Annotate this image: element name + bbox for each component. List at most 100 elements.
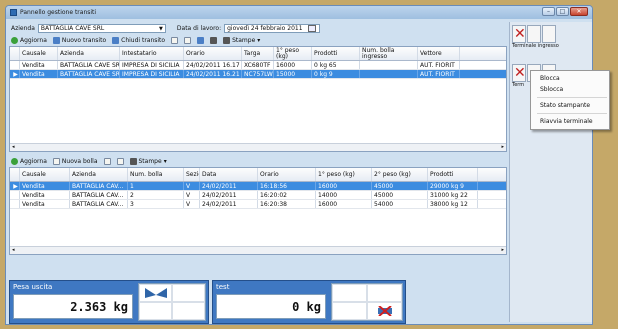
filter-row: Azienda BATTAGLIA CAVE SRL ▼ Data di lav… bbox=[9, 22, 507, 34]
scroll-right-icon[interactable]: ▸ bbox=[501, 144, 504, 150]
table-icon bbox=[184, 36, 192, 44]
maximize-button[interactable]: □ bbox=[556, 7, 569, 16]
control-cell bbox=[172, 302, 205, 320]
col-vettore[interactable]: Vettore bbox=[418, 47, 460, 60]
control-cell bbox=[172, 284, 205, 302]
stampe-bolle-button[interactable]: Stampe ▾ bbox=[129, 157, 167, 165]
col-azienda[interactable]: Azienda bbox=[58, 47, 120, 60]
col-primo-peso[interactable]: 1° peso (kg) bbox=[274, 47, 312, 60]
aggiorna-bolle-button[interactable]: Aggiorna bbox=[11, 157, 47, 165]
col-prodotti[interactable]: Prodotti bbox=[312, 47, 360, 60]
col-data[interactable]: Data bbox=[200, 168, 258, 181]
test-weight: 0 kg bbox=[216, 294, 326, 319]
printer-icon bbox=[129, 157, 137, 165]
aggiorna-button[interactable]: Aggiorna bbox=[11, 36, 47, 44]
card-icon bbox=[210, 36, 218, 44]
disconnected-icon[interactable] bbox=[367, 302, 402, 320]
terminals-panel: Terminale ingresso Term bbox=[509, 22, 592, 322]
minimize-button[interactable]: – bbox=[542, 7, 555, 16]
scroll-left-icon[interactable]: ◂ bbox=[12, 247, 15, 253]
menu-item-sblocca[interactable]: Sblocca bbox=[531, 84, 609, 95]
menu-item-blocca[interactable]: Blocca bbox=[531, 73, 609, 84]
table-row-selected[interactable]: ▶ Vendita BATTAGLIA CAVE SRL IMPRESA DI … bbox=[10, 70, 506, 79]
menu-separator bbox=[537, 113, 607, 114]
table-row[interactable]: Vendita BATTAGLIA CAV... 2 V 24/02/2011 … bbox=[10, 191, 506, 200]
refresh-icon bbox=[11, 36, 18, 44]
nuovo-transito-button[interactable]: Nuovo transito bbox=[52, 36, 106, 44]
left-area: Azienda BATTAGLIA CAVE SRL ▼ Data di lav… bbox=[9, 22, 507, 255]
table-row[interactable]: Vendita BATTAGLIA CAV... 3 V 24/02/2011 … bbox=[10, 200, 506, 209]
app-icon bbox=[10, 9, 17, 16]
azienda-label: Azienda bbox=[11, 24, 35, 32]
menu-item-riavvia-terminale[interactable]: Riavvia terminale bbox=[531, 116, 609, 127]
col-num-bolla[interactable]: Num. bolla ingresso bbox=[360, 47, 418, 60]
menu-item-stato-stampante[interactable]: Stato stampante bbox=[531, 100, 609, 111]
barrier-icon[interactable] bbox=[139, 284, 172, 302]
col-orario[interactable]: Orario bbox=[258, 168, 316, 181]
row-pointer-icon: ▶ bbox=[10, 182, 20, 190]
image-icon bbox=[197, 36, 205, 44]
data-lavoro-label: Data di lavoro: bbox=[176, 24, 222, 32]
azienda-select[interactable]: BATTAGLIA CAVE SRL ▼ bbox=[37, 23, 166, 33]
nuova-bolla-button[interactable]: Nuova bolla bbox=[52, 157, 98, 165]
col-orario[interactable]: Orario bbox=[184, 47, 242, 60]
scales-area: Pesa uscita 2.363 kg test 0 kg bbox=[9, 280, 406, 324]
tool-grid2-button[interactable] bbox=[116, 157, 124, 165]
pesa-uscita-controls bbox=[138, 283, 206, 321]
terminal-ingresso[interactable]: Terminale ingresso bbox=[512, 25, 592, 51]
col-causale[interactable]: Causale bbox=[20, 168, 70, 181]
col-sezione[interactable]: Sezio bbox=[184, 168, 200, 181]
horizontal-scrollbar[interactable]: ◂ ▸ bbox=[10, 246, 506, 254]
tool-doc-button[interactable] bbox=[171, 36, 179, 44]
control-cell bbox=[332, 302, 367, 320]
horizontal-scrollbar[interactable]: ◂ ▸ bbox=[10, 143, 506, 151]
col-prodotti[interactable]: Prodotti bbox=[428, 168, 478, 181]
control-cell bbox=[139, 302, 172, 320]
col-primo-peso[interactable]: 1° peso (kg) bbox=[316, 168, 372, 181]
row-pointer-icon: ▶ bbox=[10, 70, 20, 78]
terminal-blocked-icon bbox=[512, 25, 526, 43]
tool-card-button[interactable] bbox=[210, 36, 218, 44]
new-document-icon bbox=[52, 157, 60, 165]
calendar-icon[interactable] bbox=[307, 24, 316, 32]
close-button[interactable]: ✕ bbox=[570, 7, 588, 16]
main-window: Pannello gestione transiti – □ ✕ Azienda… bbox=[5, 5, 593, 325]
chiudi-transito-button[interactable]: Chiudi transito bbox=[112, 36, 165, 44]
tool-doc2-button[interactable] bbox=[103, 157, 111, 165]
toolbar-bolle: Aggiorna Nuova bolla Stampe ▾ bbox=[9, 155, 507, 167]
grid-header: Causale Azienda Intestatario Orario Targ… bbox=[10, 47, 506, 61]
scroll-right-icon[interactable]: ▸ bbox=[501, 247, 504, 253]
test-panel: test 0 kg bbox=[212, 280, 406, 324]
control-cell bbox=[332, 284, 367, 302]
title-bar: Pannello gestione transiti – □ ✕ bbox=[6, 6, 592, 19]
tool-grid-button[interactable] bbox=[184, 36, 192, 44]
test-controls bbox=[331, 283, 403, 321]
window-title: Pannello gestione transiti bbox=[20, 9, 97, 16]
pesa-uscita-weight: 2.363 kg bbox=[13, 294, 133, 319]
table-row-selected[interactable]: ▶ Vendita BATTAGLIA CAV... 1 V 24/02/201… bbox=[10, 182, 506, 191]
grid-header: Causale Azienda Num. bolla Sezio Data Or… bbox=[10, 168, 506, 182]
col-num-bolla[interactable]: Num. bolla bbox=[128, 168, 184, 181]
truck-icon bbox=[52, 36, 60, 44]
table-icon bbox=[116, 157, 124, 165]
chevron-down-icon: ▾ bbox=[163, 157, 167, 165]
document-icon bbox=[103, 157, 111, 165]
scroll-left-icon[interactable]: ◂ bbox=[12, 144, 15, 150]
col-azienda[interactable]: Azienda bbox=[70, 168, 128, 181]
truck-close-icon bbox=[112, 36, 120, 44]
col-secondo-peso[interactable]: 2° peso (kg) bbox=[372, 168, 428, 181]
stampe-button[interactable]: Stampe ▾ bbox=[223, 36, 261, 44]
refresh-icon bbox=[11, 157, 18, 165]
control-cell bbox=[367, 284, 402, 302]
printer-icon bbox=[223, 36, 231, 44]
table-row[interactable]: Vendita BATTAGLIA CAVE SRL IMPRESA DI SI… bbox=[10, 61, 506, 70]
col-causale[interactable]: Causale bbox=[20, 47, 58, 60]
col-intestatario[interactable]: Intestatario bbox=[120, 47, 184, 60]
menu-separator bbox=[537, 97, 607, 98]
tool-image-button[interactable] bbox=[197, 36, 205, 44]
terminal-icon bbox=[527, 25, 541, 43]
data-lavoro-picker[interactable]: giovedì 24 febbraio 2011 bbox=[224, 23, 321, 33]
col-targa[interactable]: Targa bbox=[242, 47, 274, 60]
chevron-down-icon: ▾ bbox=[257, 36, 261, 44]
context-menu: Blocca Sblocca Stato stampante Riavvia t… bbox=[530, 70, 610, 130]
